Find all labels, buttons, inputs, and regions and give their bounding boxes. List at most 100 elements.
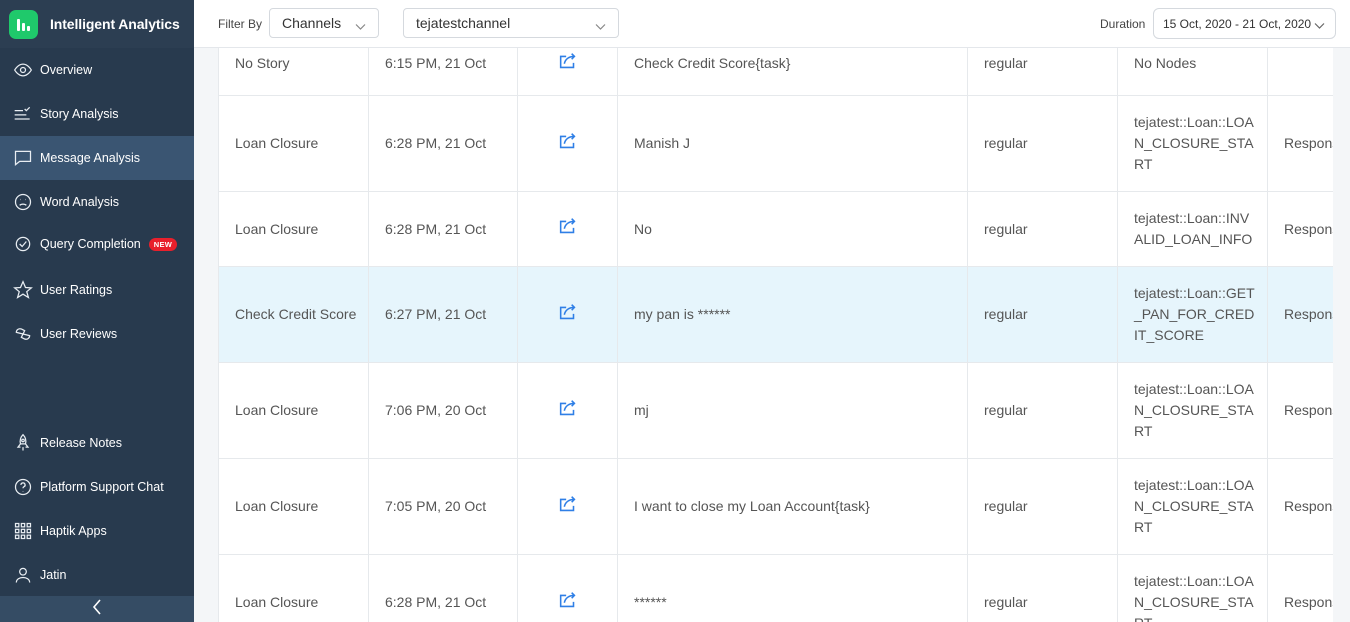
sidebar-item-user-profile[interactable]: Jatin — [0, 553, 194, 597]
share-external-icon — [557, 301, 579, 329]
rocket-icon — [12, 432, 34, 454]
story-analysis-icon — [12, 103, 34, 125]
sidebar-item-platform-support-chat[interactable]: Platform Support Chat — [0, 465, 194, 509]
duration-value: 15 Oct, 2020 - 21 Oct, 2020 — [1163, 16, 1312, 31]
chevron-down-icon — [595, 18, 606, 34]
time-cell: 6:27 PM, 21 Oct — [369, 267, 518, 362]
sidebar-item-label: Jatin — [40, 568, 67, 582]
filter-type-value: Channels — [282, 15, 342, 31]
type-cell: regular — [968, 96, 1118, 191]
story-cell: Loan Closure — [218, 96, 369, 191]
sidebar-item-label: User Reviews — [40, 327, 118, 341]
node-cell: tejatest::Loan::LOAN_CLOSURE_START — [1118, 363, 1268, 458]
duration-select[interactable]: 15 Oct, 2020 - 21 Oct, 2020 — [1153, 8, 1336, 39]
new-badge: NEW — [148, 237, 178, 251]
table-row[interactable]: No Story 6:15 PM, 21 Oct Check Credit Sc… — [218, 48, 1333, 96]
sidebar: Intelligent Analytics Overview Story Ana… — [0, 0, 194, 622]
time-cell: 7:06 PM, 20 Oct — [369, 363, 518, 458]
check-circle-icon — [12, 233, 34, 255]
sidebar-item-label: Haptik Apps — [40, 524, 107, 538]
message-cell: Check Credit Score{task} — [618, 48, 968, 95]
filter-type-select[interactable]: Channels — [269, 8, 379, 38]
sidebar-item-label: Word Analysis — [40, 195, 119, 209]
type-cell: regular — [968, 192, 1118, 266]
story-cell: Loan Closure — [218, 363, 369, 458]
apps-grid-icon — [12, 520, 34, 542]
sidebar-item-user-ratings[interactable]: User Ratings — [0, 268, 194, 312]
sidebar-item-label: Overview — [40, 63, 93, 77]
table-row[interactable]: Loan Closure 6:28 PM, 21 Oct Manish J re… — [218, 96, 1333, 192]
sidebar-item-haptik-apps[interactable]: Haptik Apps — [0, 509, 194, 553]
sidebar-item-message-analysis[interactable]: Message Analysis — [0, 136, 194, 180]
sidebar-item-label: User Ratings — [40, 283, 113, 297]
chevron-down-icon — [355, 18, 366, 34]
story-cell: No Story — [218, 48, 369, 95]
filter-by-label: Filter By — [218, 17, 263, 31]
sidebar-item-word-analysis[interactable]: Word Analysis — [0, 180, 194, 224]
type-cell: regular — [968, 48, 1118, 95]
response-cell: Respons — [1284, 306, 1333, 322]
sidebar-item-label: Platform Support Chat — [40, 480, 164, 494]
message-cell: ****** — [618, 555, 968, 622]
table-row[interactable]: Loan Closure 6:28 PM, 21 Oct No regular … — [218, 192, 1333, 267]
share-external-icon — [557, 215, 579, 243]
message-icon — [12, 147, 34, 169]
node-cell: No Nodes — [1118, 48, 1268, 95]
share-external-icon — [557, 589, 579, 617]
node-cell: tejatest::Loan::INVALID_LOAN_INFO — [1118, 192, 1268, 266]
time-cell: 6:28 PM, 21 Oct — [369, 96, 518, 191]
table-row[interactable]: Loan Closure 7:05 PM, 20 Oct I want to c… — [218, 459, 1333, 555]
message-cell: I want to close my Loan Account{task} — [618, 459, 968, 554]
message-table: No Story 6:15 PM, 21 Oct Check Credit Sc… — [218, 48, 1333, 622]
share-external-icon — [557, 397, 579, 425]
node-cell: tejatest::Loan::LOAN_CLOSURE_START — [1118, 96, 1268, 191]
table-row[interactable]: Loan Closure 7:06 PM, 20 Oct mj regular … — [218, 363, 1333, 459]
eye-icon — [12, 59, 34, 81]
node-cell: tejatest::Loan::LOAN_CLOSURE_START — [1118, 459, 1268, 554]
top-bar: Filter By Channels tejatestchannel Durat… — [194, 0, 1350, 48]
sidebar-item-overview[interactable]: Overview — [0, 48, 194, 92]
user-icon — [12, 564, 34, 586]
story-cell: Loan Closure — [218, 459, 369, 554]
open-conversation-button[interactable] — [518, 363, 618, 458]
reviews-icon — [12, 323, 34, 345]
open-conversation-button[interactable] — [518, 192, 618, 266]
star-icon — [12, 279, 34, 301]
response-cell — [1268, 48, 1333, 95]
open-conversation-button[interactable] — [518, 48, 618, 95]
open-conversation-button[interactable] — [518, 96, 618, 191]
type-cell: regular — [968, 459, 1118, 554]
channel-select[interactable]: tejatestchannel — [403, 8, 619, 38]
open-conversation-button[interactable] — [518, 267, 618, 362]
type-cell: regular — [968, 363, 1118, 458]
story-cell: Check Credit Score — [218, 267, 369, 362]
sad-face-icon — [12, 191, 34, 213]
share-external-icon — [557, 50, 579, 78]
sidebar-item-user-reviews[interactable]: User Reviews — [0, 312, 194, 356]
sidebar-item-story-analysis[interactable]: Story Analysis — [0, 92, 194, 136]
response-cell: Respons — [1284, 594, 1333, 610]
share-external-icon — [557, 130, 579, 158]
sidebar-item-label: Release Notes — [40, 436, 122, 450]
sidebar-item-query-completion[interactable]: Query Completion NEW — [0, 222, 194, 266]
duration-label: Duration — [1100, 17, 1146, 31]
message-cell: mj — [618, 363, 968, 458]
collapse-sidebar-button[interactable] — [0, 596, 194, 622]
open-conversation-button[interactable] — [518, 459, 618, 554]
app-title: Intelligent Analytics — [50, 16, 180, 32]
node-cell: tejatest::Loan::GET_PAN_FOR_CREDIT_SCORE — [1118, 267, 1268, 362]
sidebar-item-release-notes[interactable]: Release Notes — [0, 421, 194, 465]
time-cell: 6:28 PM, 21 Oct — [369, 555, 518, 622]
brand[interactable]: Intelligent Analytics — [0, 0, 194, 48]
table-row[interactable]: Check Credit Score 6:27 PM, 21 Oct my pa… — [218, 267, 1333, 363]
response-cell: Respons — [1284, 402, 1333, 418]
chevron-down-icon — [1314, 19, 1325, 33]
table-row[interactable]: Loan Closure 6:28 PM, 21 Oct ****** regu… — [218, 555, 1333, 622]
share-external-icon — [557, 493, 579, 521]
help-icon — [12, 476, 34, 498]
sidebar-item-label: Story Analysis — [40, 107, 119, 121]
story-cell: Loan Closure — [218, 192, 369, 266]
chevron-left-icon — [91, 598, 103, 620]
open-conversation-button[interactable] — [518, 555, 618, 622]
sidebar-item-label: Message Analysis — [40, 151, 141, 165]
